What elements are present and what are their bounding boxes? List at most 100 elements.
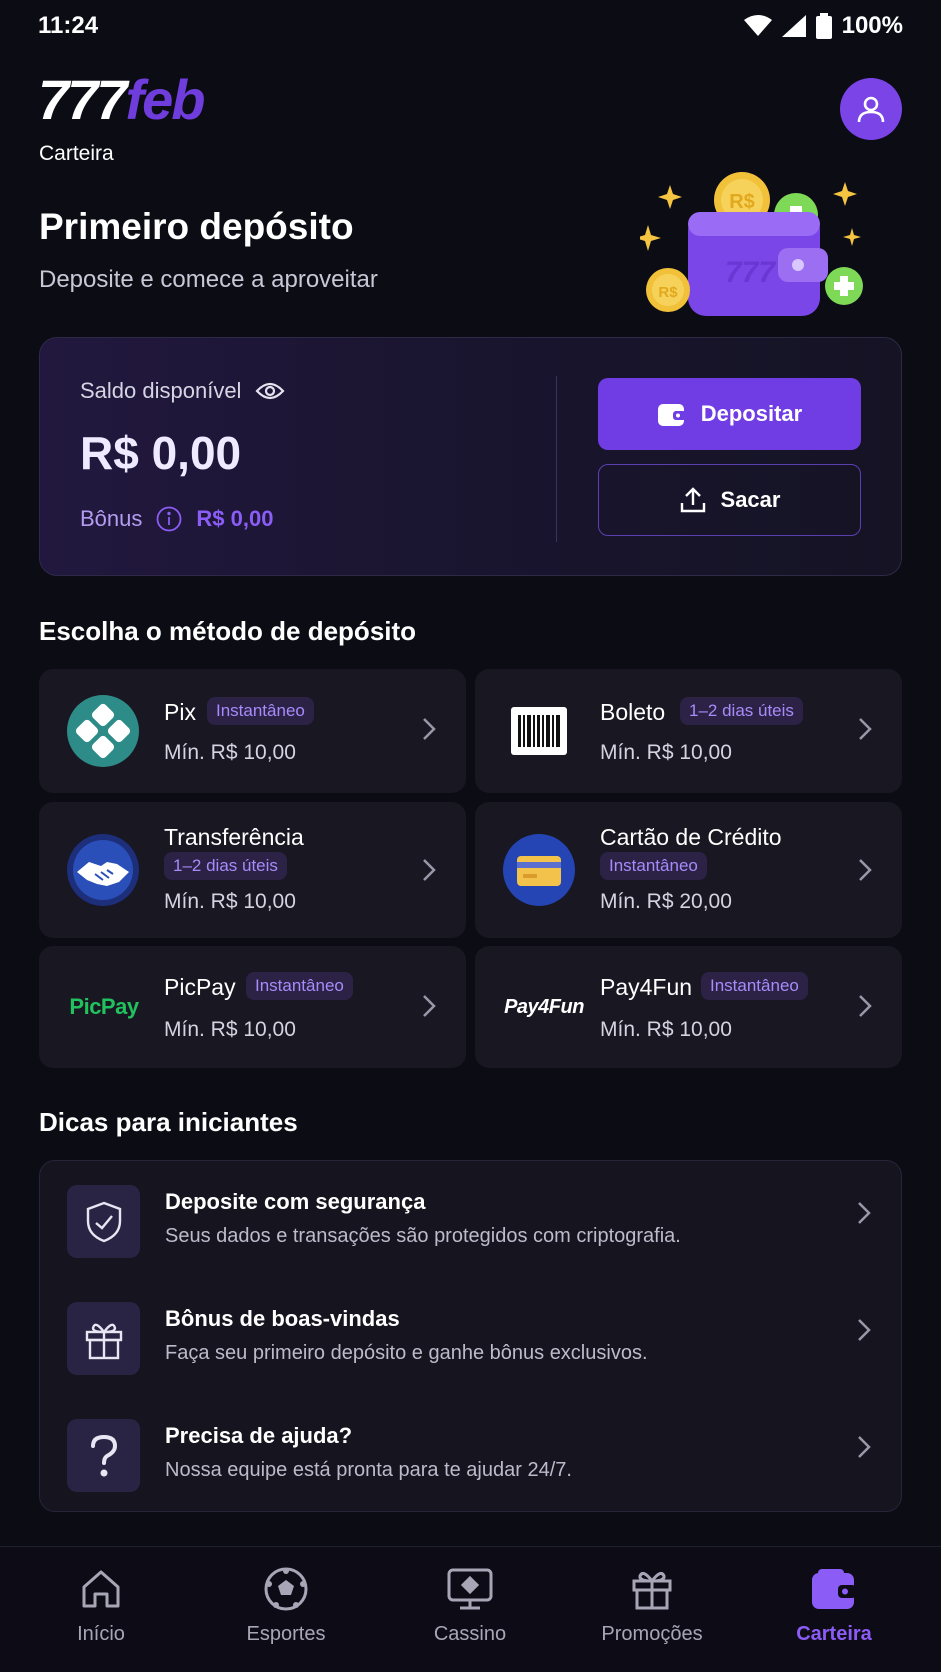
tip-item-security[interactable]: Deposite com segurança Seus dados e tran…: [40, 1165, 903, 1275]
method-card-picpay[interactable]: PicPay PicPay Instantâneo Mín. R$ 10,00: [39, 946, 466, 1068]
credit-card-icon: [503, 834, 575, 906]
chevron-right-icon: [423, 995, 436, 1017]
battery-icon: [815, 13, 832, 39]
tip-title: Bônus de boas-vindas: [165, 1306, 400, 1331]
balance-divider: [556, 376, 557, 542]
chevron-right-icon: [423, 718, 436, 740]
brand-logo[interactable]: 777feb: [38, 72, 205, 128]
method-card-cartao-de-credito[interactable]: Cartão de Crédito Instantâneo Mín. R$ 20…: [475, 802, 902, 938]
battery-percent: 100%: [841, 12, 903, 39]
nav-item-carteira[interactable]: Carteira: [754, 1567, 914, 1646]
barcode-icon: [503, 695, 575, 767]
pay4fun-logo-text: Pay4Fun: [504, 995, 584, 1018]
tips-card: Deposite com segurança Seus dados e tran…: [39, 1160, 902, 1512]
upload-icon: [680, 487, 705, 513]
svg-text:777: 777: [725, 256, 776, 289]
nav-label: Cassino: [433, 1623, 507, 1645]
method-name: Pix: [164, 699, 196, 725]
method-name: PicPay: [164, 974, 236, 1000]
user-icon: [857, 96, 885, 123]
tip-title: Deposite com segurança: [165, 1189, 426, 1214]
tip-title: Precisa de ajuda?: [165, 1423, 353, 1448]
nav-label: Início: [77, 1623, 125, 1645]
nav-label: Promoções: [601, 1623, 703, 1645]
soccer-ball-icon: [264, 1567, 308, 1611]
chevron-right-icon: [858, 1319, 871, 1341]
method-name: Pay4Fun: [600, 974, 693, 1000]
handshake-icon: [67, 834, 139, 906]
logo-number: 777: [38, 68, 127, 131]
chevron-right-icon: [859, 718, 872, 740]
home-icon: [82, 1570, 120, 1608]
method-card-boleto[interactable]: Boleto 1–2 dias úteis Mín. R$ 10,00: [475, 669, 902, 793]
chevron-right-icon: [423, 859, 436, 881]
method-min: Mín. R$ 10,00: [600, 1018, 732, 1041]
deposit-button-label: Depositar: [700, 401, 803, 426]
method-card-pix[interactable]: Pix Instantâneo Mín. R$ 10,00: [39, 669, 466, 793]
method-name: Boleto: [600, 699, 666, 725]
method-badge: Instantâneo: [246, 972, 353, 1000]
withdraw-button-label: Sacar: [720, 487, 781, 512]
method-card-pay4fun[interactable]: Pay4Fun Pay4Fun Instantâneo Mín. R$ 10,0…: [475, 946, 902, 1068]
profile-button[interactable]: [840, 78, 902, 140]
wallet-coins-illustration: R$ 777 R$: [640, 172, 863, 316]
wallet-icon: [657, 404, 686, 426]
bonus-label: Bônus: [80, 506, 143, 531]
method-badge: Instantâneo: [701, 972, 808, 1000]
status-time: 11:24: [38, 12, 99, 39]
eye-icon[interactable]: [255, 381, 285, 401]
deposit-button[interactable]: Depositar: [598, 378, 861, 450]
nav-item-promocoes[interactable]: Promoções: [572, 1567, 732, 1646]
tip-desc: Nossa equipe está pronta para te ajudar …: [165, 1459, 572, 1481]
chevron-right-icon: [859, 859, 872, 881]
tip-item-welcome-bonus[interactable]: Bônus de boas-vindas Faça seu primeiro d…: [40, 1282, 903, 1392]
shield-icon: [67, 1185, 140, 1258]
balance-card: Saldo disponível R$ 0,00 Bônus R$ 0,00 D…: [39, 337, 902, 576]
picpay-logo: PicPay: [59, 971, 149, 1043]
question-icon: [67, 1419, 140, 1492]
tip-desc: Seus dados e transações são protegidos c…: [165, 1225, 681, 1247]
bonus-row: Bônus R$ 0,00: [80, 506, 273, 532]
picpay-logo-text: PicPay: [69, 994, 139, 1019]
method-card-transferencia[interactable]: Transferência 1–2 dias úteis Mín. R$ 10,…: [39, 802, 466, 938]
nav-item-inicio[interactable]: Início: [21, 1567, 181, 1646]
page-title: Primeiro depósito: [39, 206, 354, 247]
tip-item-help[interactable]: Precisa de ajuda? Nossa equipe está pron…: [40, 1399, 903, 1509]
page-subtitle: Deposite e comece a aproveitar: [39, 266, 378, 293]
chevron-right-icon: [858, 1436, 871, 1458]
nav-label: Esportes: [246, 1623, 326, 1645]
status-bar: 11:24 100%: [0, 0, 941, 52]
method-min: Mín. R$ 10,00: [164, 890, 296, 913]
bonus-value: R$ 0,00: [196, 506, 274, 531]
method-name: Cartão de Crédito: [600, 824, 782, 850]
chevron-right-icon: [858, 1202, 871, 1224]
logo-word: feb: [125, 68, 205, 131]
method-min: Mín. R$ 10,00: [164, 741, 296, 764]
method-min: Mín. R$ 10,00: [600, 741, 732, 764]
bottom-nav: Início Esportes Cassino Promoções Cartei…: [0, 1546, 941, 1672]
balance-label-row: Saldo disponível: [80, 378, 285, 404]
methods-section-title: Escolha o método de depósito: [39, 616, 417, 646]
signal-icon: [781, 15, 806, 37]
wallet-icon: [812, 1569, 856, 1609]
nav-label: Carteira: [796, 1623, 872, 1645]
method-name: Transferência: [164, 824, 304, 850]
svg-text:R$: R$: [729, 191, 755, 213]
wifi-icon: [743, 15, 772, 36]
method-badge: Instantâneo: [600, 852, 707, 880]
method-badge: Instantâneo: [207, 697, 314, 725]
method-badge: 1–2 dias úteis: [164, 852, 287, 880]
pay4fun-logo: Pay4Fun: [495, 971, 593, 1043]
method-min: Mín. R$ 10,00: [164, 1018, 296, 1041]
info-icon[interactable]: [156, 506, 182, 532]
nav-item-cassino[interactable]: Cassino: [390, 1567, 550, 1646]
method-badge: 1–2 dias úteis: [680, 697, 803, 725]
nav-item-esportes[interactable]: Esportes: [206, 1567, 366, 1646]
balance-value: R$ 0,00: [80, 427, 242, 479]
casino-icon: [447, 1568, 493, 1610]
method-min: Mín. R$ 20,00: [600, 890, 732, 913]
pix-icon: [67, 695, 139, 767]
tip-desc: Faça seu primeiro depósito e ganhe bônus…: [165, 1342, 648, 1364]
tips-section-title: Dicas para iniciantes: [39, 1107, 298, 1137]
withdraw-button[interactable]: Sacar: [598, 464, 861, 536]
